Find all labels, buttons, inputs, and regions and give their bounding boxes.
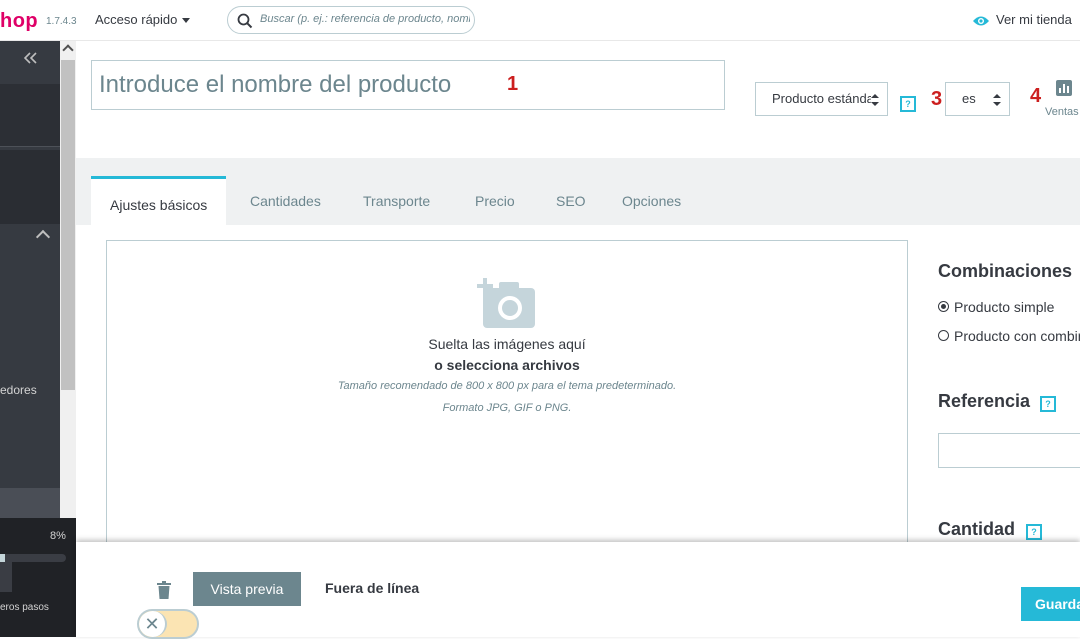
combinations-title: Combinaciones xyxy=(938,261,1073,281)
tab-quantities[interactable]: Cantidades xyxy=(250,176,321,225)
onboarding-widget[interactable]: 8% eros pasos xyxy=(0,518,76,637)
quick-access-menu[interactable]: Acceso rápido xyxy=(95,12,191,27)
onboarding-progress-fill xyxy=(0,554,6,562)
search-box[interactable] xyxy=(227,6,475,34)
annotation-1: 1 xyxy=(507,73,519,95)
caret-down-icon xyxy=(182,18,191,24)
help-icon[interactable]: ? xyxy=(1040,396,1056,412)
radio-combo-product[interactable]: Producto con combinaciones xyxy=(938,328,1080,344)
annotation-3: 3 xyxy=(931,88,943,110)
product-name-input[interactable] xyxy=(91,60,725,110)
radio-simple-label: Producto simple xyxy=(954,299,1055,315)
select-files-link[interactable]: o selecciona archivos xyxy=(106,357,908,373)
tab-options[interactable]: Opciones xyxy=(622,176,681,225)
close-icon: ✕ xyxy=(139,611,167,637)
trash-icon[interactable] xyxy=(157,581,171,599)
preview-button[interactable]: Vista previa xyxy=(193,572,301,606)
top-header: hop 1.7.4.3 Acceso rápido Ver mi tienda xyxy=(0,0,1080,41)
tab-seo[interactable]: SEO xyxy=(556,176,586,225)
add-photo-icon[interactable] xyxy=(477,276,537,330)
view-shop-label: Ver mi tienda xyxy=(996,12,1072,27)
tab-shipping[interactable]: Transporte xyxy=(363,176,430,225)
quick-access-label: Acceso rápido xyxy=(95,12,178,27)
shop-logo[interactable]: hop xyxy=(0,10,38,33)
onboarding-step xyxy=(0,562,12,592)
view-shop-link[interactable]: Ver mi tienda xyxy=(972,12,1072,27)
eye-icon xyxy=(973,16,989,26)
radio-simple-product[interactable]: Producto simple xyxy=(938,299,1054,315)
radio-selected-icon xyxy=(938,301,949,312)
select-arrows-icon xyxy=(993,94,1001,106)
tab-basic-settings[interactable]: Ajustes básicos xyxy=(91,176,227,225)
tab-pricing[interactable]: Precio xyxy=(475,176,515,225)
search-input[interactable] xyxy=(258,12,472,26)
chevron-up-icon[interactable] xyxy=(35,229,51,245)
dropzone-size-hint: Tamaño recomendado de 800 x 800 px para … xyxy=(337,380,677,392)
language-select[interactable]: es xyxy=(945,82,1010,116)
collapse-sidebar-icon[interactable] xyxy=(24,52,38,64)
help-icon[interactable]: ? xyxy=(1026,524,1042,540)
product-type-value: Producto estándar xyxy=(772,91,879,106)
radio-unselected-icon xyxy=(938,330,949,341)
onboarding-label: eros pasos xyxy=(0,602,49,613)
quantity-title: Cantidad xyxy=(938,519,1016,539)
sidebar-item-label[interactable]: edores xyxy=(0,383,37,397)
save-button[interactable]: Guardar xyxy=(1021,587,1080,621)
sidebar-item[interactable] xyxy=(0,84,60,147)
product-type-select[interactable]: Producto estándar xyxy=(755,82,888,116)
radio-combo-label: Producto con combinaciones xyxy=(954,328,1080,344)
dropzone-text: Suelta las imágenes aquí xyxy=(428,336,586,352)
sidebar-item-active[interactable] xyxy=(0,150,60,224)
bar-chart-icon xyxy=(1056,80,1072,96)
language-value: es xyxy=(962,91,976,106)
sidebar-item-highlight[interactable] xyxy=(0,488,60,518)
sales-label: Ventas xyxy=(1045,106,1079,118)
version-label: 1.7.4.3 xyxy=(46,16,77,27)
reference-title: Referencia xyxy=(938,391,1031,411)
scrollbar-thumb[interactable] xyxy=(61,60,75,390)
dropzone-format-hint: Formato JPG, GIF o PNG. xyxy=(442,402,572,414)
onboarding-progress-bar xyxy=(0,554,66,562)
reference-input[interactable] xyxy=(938,433,1080,468)
onboarding-percent: 8% xyxy=(50,530,66,542)
help-icon[interactable]: ? xyxy=(900,96,916,112)
online-toggle[interactable]: ✕ xyxy=(137,609,199,639)
offline-label: Fuera de línea xyxy=(325,580,420,596)
annotation-4: 4 xyxy=(1030,85,1042,107)
search-icon[interactable] xyxy=(237,13,253,29)
select-arrows-icon xyxy=(871,94,879,106)
